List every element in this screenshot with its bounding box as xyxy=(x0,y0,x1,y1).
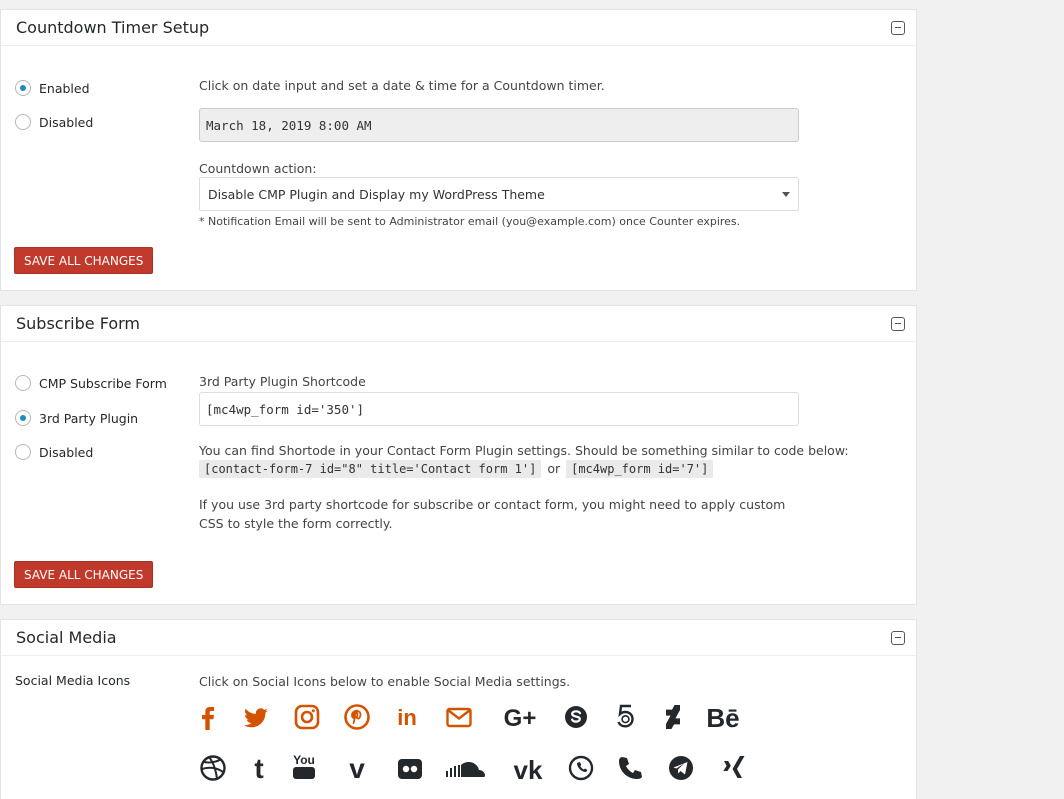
countdown-save-button[interactable]: SAVE ALL CHANGES xyxy=(14,247,154,274)
social-icons-label: Social Media Icons xyxy=(15,673,131,688)
radio-label: Disabled xyxy=(39,444,94,460)
radio-label: Enabled xyxy=(39,80,90,96)
shortcode-input[interactable] xyxy=(199,392,799,426)
social-instruction: Click on Social Icons below to enable So… xyxy=(199,674,571,689)
subscribe-panel-title: Subscribe Form xyxy=(16,314,140,333)
subscribe-save-button[interactable]: SAVE ALL CHANGES xyxy=(14,561,154,588)
social-panel-header: Social Media xyxy=(1,620,916,656)
or-text: or xyxy=(547,461,561,476)
countdown-action-select[interactable]: Disable CMP Plugin and Display my WordPr… xyxy=(199,177,799,211)
instagram-icon[interactable] xyxy=(292,702,322,732)
countdown-panel-title: Countdown Timer Setup xyxy=(16,18,210,37)
countdown-enabled-radio[interactable]: Enabled xyxy=(15,80,90,96)
countdown-panel-header: Countdown Timer Setup xyxy=(1,10,916,46)
css-note: If you use 3rd party shortcode for subsc… xyxy=(199,497,786,531)
radio-button[interactable] xyxy=(15,114,31,130)
google-plus-icon[interactable]: G+ xyxy=(496,702,544,732)
countdown-panel: Countdown Timer Setup Enabled Disabled C… xyxy=(0,9,917,291)
collapse-icon[interactable] xyxy=(891,20,905,35)
radio-button[interactable] xyxy=(15,444,31,460)
radio-label: CMP Subscribe Form xyxy=(39,375,167,391)
countdown-action-label: Countdown action: xyxy=(199,161,317,176)
youtube-icon[interactable]: You xyxy=(289,750,319,780)
subscribe-panel-header: Subscribe Form xyxy=(1,306,916,342)
radio-button[interactable] xyxy=(15,80,31,96)
shortcode-help: You can find Shortode in your Contact Fo… xyxy=(199,443,849,458)
twitter-icon[interactable] xyxy=(241,702,271,732)
radio-label: 3rd Party Plugin xyxy=(39,410,139,426)
countdown-date-input[interactable] xyxy=(199,108,799,142)
subscribe-panel: Subscribe Form CMP Subscribe Form 3rd Pa… xyxy=(0,305,917,605)
behance-icon[interactable]: Bē xyxy=(701,702,745,732)
shortcode-label: 3rd Party Plugin Shortcode xyxy=(199,374,366,389)
countdown-disabled-radio[interactable]: Disabled xyxy=(15,114,93,130)
collapse-icon[interactable] xyxy=(891,316,905,331)
social-panel: Social Media Social Media Icons Click on… xyxy=(0,619,917,799)
pinterest-icon[interactable] xyxy=(342,702,372,732)
code-example-mc4wp: [mc4wp_form id='7'] xyxy=(566,460,714,478)
skype-icon[interactable] xyxy=(561,702,591,732)
code-example-cf7: [contact-form-7 id="8" title='Contact fo… xyxy=(199,460,542,478)
radio-label: Disabled xyxy=(39,114,94,130)
countdown-instruction: Click on date input and set a date & tim… xyxy=(199,78,605,93)
shortcode-examples: [contact-form-7 id="8" title='Contact fo… xyxy=(199,460,714,478)
collapse-icon[interactable] xyxy=(891,630,905,645)
subscribe-cmp-radio[interactable]: CMP Subscribe Form xyxy=(15,375,167,391)
svg-text:You: You xyxy=(293,753,315,767)
subscribe-3rd-party-radio[interactable]: 3rd Party Plugin xyxy=(15,410,138,426)
linkedin-icon[interactable]: in xyxy=(392,702,422,732)
500px-icon[interactable] xyxy=(611,702,641,732)
facebook-icon[interactable] xyxy=(193,702,223,732)
chevron-down-icon xyxy=(782,191,790,197)
radio-button[interactable] xyxy=(15,410,31,426)
svg-text:G+: G+ xyxy=(504,705,537,732)
svg-text:in: in xyxy=(397,705,417,730)
select-value: Disable CMP Plugin and Display my WordPr… xyxy=(208,186,545,202)
email-icon[interactable] xyxy=(444,702,474,732)
deviantart-icon[interactable] xyxy=(658,702,688,732)
social-panel-title: Social Media xyxy=(16,628,117,647)
subscribe-disabled-radio[interactable]: Disabled xyxy=(15,444,93,460)
countdown-note: * Notification Email will be sent to Adm… xyxy=(199,215,741,228)
svg-text:Bē: Bē xyxy=(706,703,739,732)
radio-button[interactable] xyxy=(15,375,31,391)
